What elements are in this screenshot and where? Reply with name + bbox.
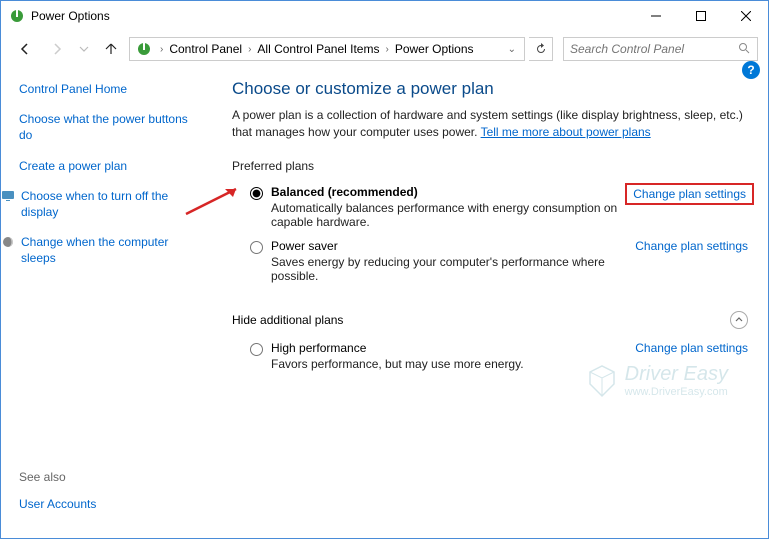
nav-bar: › Control Panel › All Control Panel Item…: [1, 31, 768, 67]
high-performance-name: High performance: [271, 341, 635, 355]
search-input[interactable]: [570, 42, 738, 56]
title-bar: Power Options: [1, 1, 768, 31]
balanced-radio[interactable]: [250, 187, 263, 200]
create-power-plan-link[interactable]: Create a power plan: [19, 158, 204, 174]
computer-sleeps-link[interactable]: Change when the computer sleeps: [21, 234, 204, 266]
close-button[interactable]: [723, 1, 768, 31]
page-heading: Choose or customize a power plan: [232, 79, 748, 99]
plan-high-performance: High performance Favors performance, but…: [232, 335, 748, 375]
refresh-button[interactable]: [529, 37, 553, 61]
back-button[interactable]: [11, 35, 39, 63]
high-performance-desc: Favors performance, but may use more ene…: [271, 357, 635, 371]
hide-additional-label: Hide additional plans: [232, 311, 748, 329]
change-plan-power-saver[interactable]: Change plan settings: [635, 239, 748, 253]
chevron-right-icon[interactable]: ›: [244, 44, 255, 55]
minimize-button[interactable]: [633, 1, 678, 31]
sleep-icon: [1, 235, 15, 249]
breadcrumb-control-panel[interactable]: Control Panel: [167, 42, 244, 56]
recent-dropdown[interactable]: [75, 35, 93, 63]
user-accounts-link[interactable]: User Accounts: [19, 496, 204, 512]
high-performance-radio[interactable]: [250, 343, 263, 356]
page-description: A power plan is a collection of hardware…: [232, 107, 748, 141]
power-saver-radio[interactable]: [250, 241, 263, 254]
balanced-desc: Automatically balances performance with …: [271, 201, 631, 229]
breadcrumb-power-options[interactable]: Power Options: [393, 42, 476, 56]
power-options-icon: [136, 41, 152, 57]
see-also-label: See also: [19, 470, 204, 484]
window-title: Power Options: [31, 9, 633, 23]
power-saver-desc: Saves energy by reducing your computer's…: [271, 255, 635, 283]
address-bar[interactable]: › Control Panel › All Control Panel Item…: [129, 37, 525, 61]
search-box[interactable]: [563, 37, 758, 61]
control-panel-home-link[interactable]: Control Panel Home: [19, 81, 204, 97]
tell-me-more-link[interactable]: Tell me more about power plans: [481, 125, 651, 139]
up-button[interactable]: [97, 35, 125, 63]
collapse-button[interactable]: [730, 311, 748, 329]
plan-power-saver: Power saver Saves energy by reducing you…: [232, 233, 748, 287]
content-area: Control Panel Home Choose what the power…: [1, 67, 768, 538]
maximize-button[interactable]: [678, 1, 723, 31]
preferred-plans-label: Preferred plans: [232, 159, 748, 173]
chevron-right-icon[interactable]: ›: [156, 44, 167, 55]
chevron-right-icon[interactable]: ›: [381, 44, 392, 55]
turn-off-display-link[interactable]: Choose when to turn off the display: [21, 188, 204, 220]
power-saver-name: Power saver: [271, 239, 635, 253]
chevron-down-icon[interactable]: ⌄: [504, 44, 520, 55]
plan-balanced: Balanced (recommended) Automatically bal…: [232, 179, 748, 233]
app-icon: [9, 8, 25, 24]
change-plan-high-performance[interactable]: Change plan settings: [635, 341, 748, 355]
breadcrumb-all-items[interactable]: All Control Panel Items: [255, 42, 381, 56]
display-off-icon: [1, 189, 15, 203]
main-panel: Choose or customize a power plan A power…: [216, 67, 768, 538]
search-icon[interactable]: [738, 42, 751, 57]
forward-button[interactable]: [43, 35, 71, 63]
sidebar: Control Panel Home Choose what the power…: [1, 67, 216, 538]
choose-power-buttons-link[interactable]: Choose what the power buttons do: [19, 111, 204, 143]
balanced-name: Balanced (recommended): [271, 185, 631, 199]
change-plan-balanced[interactable]: Change plan settings: [625, 183, 754, 205]
